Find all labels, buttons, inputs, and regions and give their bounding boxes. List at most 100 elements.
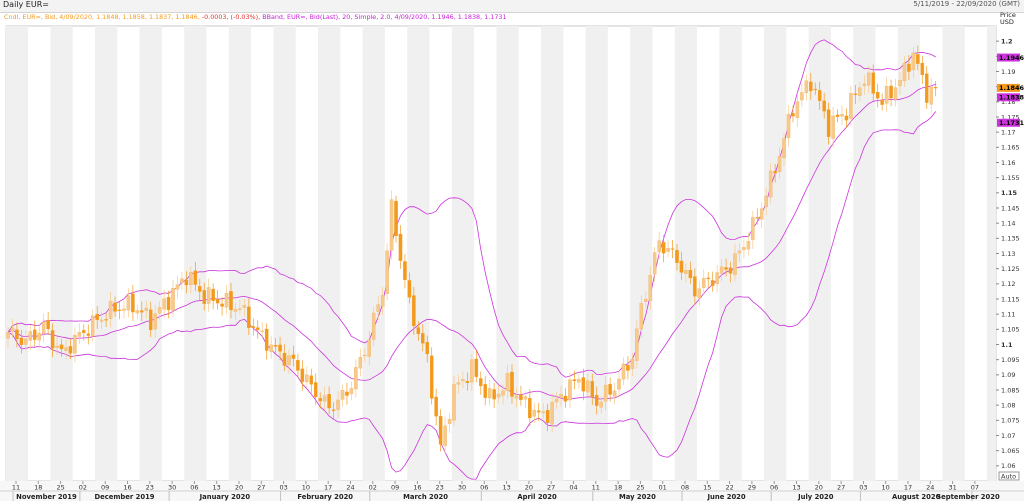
x-tick-label: 23 [436,484,444,492]
y-tick-label: 1.17 [1001,128,1015,136]
candle-body [175,284,180,290]
y-tick-label: 1.11 [1001,310,1015,318]
candle-body [545,409,550,423]
candle-body [278,344,282,352]
x-month-label: December 2019 [94,493,154,501]
y-tick-label: 1.135 [1001,235,1020,243]
candlestick-chart[interactable]: 1.061.0651.071.0751.081.0851.091.0951.11… [0,0,1024,501]
candle-body [768,170,773,198]
candle-body [416,327,421,335]
candle-body [532,409,537,417]
candle-body [229,291,233,311]
candle-body [715,272,719,285]
candle-body [380,294,385,307]
week-band [496,26,519,481]
y-tick-label: 1.07 [1001,432,1015,440]
y-tick-label: 1.06 [1001,462,1015,470]
candle-body [746,241,751,250]
candle-body [247,306,251,328]
candle-body [777,156,782,172]
x-month-label: November 2019 [16,493,77,501]
candle-body [354,367,358,390]
x-tick-label: 17 [904,484,912,492]
candle-body [465,381,470,384]
x-tick-label: 10 [882,484,890,492]
x-tick-label: 31 [948,484,956,492]
x-tick-label: 24 [346,484,354,492]
candle-body [64,347,68,351]
candle-body [367,339,372,357]
candle-body [483,384,487,398]
candle-body [407,280,412,298]
candle-body [251,326,256,328]
candle-body [6,332,10,339]
y-tick-label: 1.13 [1001,250,1015,258]
bband-middle-tag: 1.1838 [999,94,1024,102]
candle-body [327,394,331,409]
auto-button-label[interactable]: Auto [1001,472,1016,480]
week-band [228,26,252,481]
candle-body [287,355,291,365]
bband-lower-tag: 1.1731 [999,119,1024,127]
candle-body [193,270,198,285]
candle-body [844,115,849,121]
candle-body [652,252,657,275]
x-tick-label: 30 [458,484,466,492]
candle-body [331,409,336,411]
candle-body [113,302,117,312]
candle-body [296,360,300,371]
candle-body [621,363,626,380]
candle-body [817,90,822,101]
candle-body [603,384,608,402]
candle-body [336,399,340,410]
candle-body [82,330,86,333]
candle-body [104,319,108,321]
candle-body [86,333,91,336]
x-tick-label: 15 [703,484,711,492]
candle-body [697,288,702,299]
candle-body [68,346,73,354]
candle-body [273,345,278,347]
candle-body [925,73,929,103]
candle-body [345,391,349,396]
candle-body [550,402,554,425]
y-tick-label: 1.16 [1001,159,1015,167]
candle-body [679,260,684,273]
candle-body [162,298,166,310]
candle-body [710,280,715,286]
candle-body [452,383,456,421]
candle-body [131,293,135,313]
candle-body [759,208,764,220]
candle-body [184,279,189,286]
candle-body [492,389,496,400]
x-month-label: September 2020 [936,493,1000,501]
candle-body [688,269,693,279]
candle-body [171,288,175,311]
candle-body [19,337,24,345]
candle-body [617,378,621,390]
x-tick-label: 03 [859,484,867,492]
candle-body [269,344,273,352]
y-tick-label: 1.105 [1001,326,1020,334]
candle-body [166,297,171,311]
candle-body [536,410,541,413]
candle-body [282,352,287,366]
chart-root: Daily EUR= 5/11/2019 - 22/09/2020 (GMT) … [0,0,1024,501]
candle-body [144,307,149,311]
x-tick-label: 01 [659,484,667,492]
candle-body [99,319,104,322]
week-band [362,26,385,481]
x-tick-label: 06 [770,484,778,492]
candle-body [198,286,202,292]
last-price-tag: 1.1846 [999,84,1024,92]
x-tick-label: 18 [34,484,42,492]
candle-body [456,382,461,385]
candle-body [514,395,519,399]
candle-body [117,309,122,311]
candle [389,190,394,260]
week-band [987,26,996,481]
candle-body [786,113,791,139]
candle-body [519,394,523,400]
candle-body [108,300,113,319]
candle-body [933,87,938,89]
